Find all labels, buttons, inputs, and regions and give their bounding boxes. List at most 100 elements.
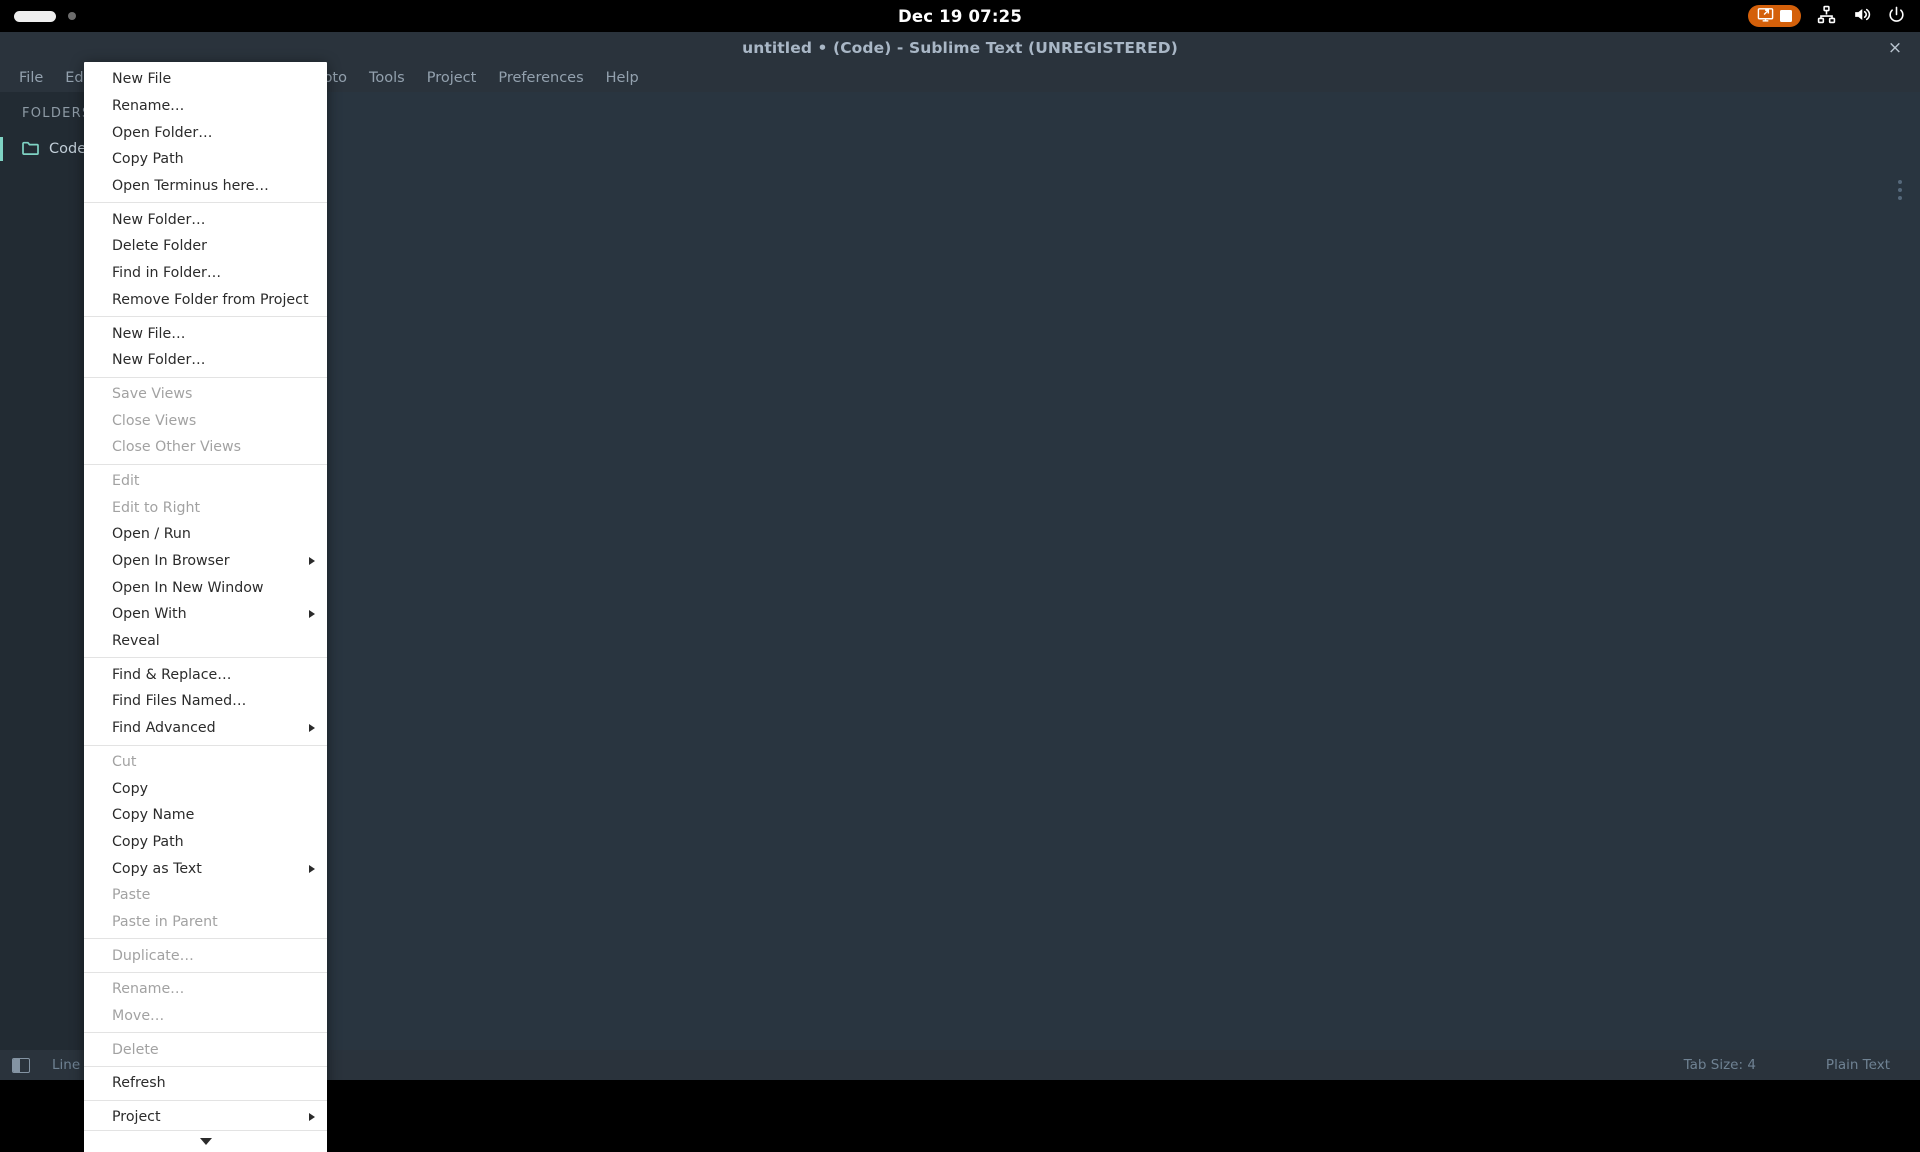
context-menu-item[interactable]: Rename… [84,93,327,120]
context-menu-item-label: Edit [112,472,140,489]
more-options-icon[interactable] [1898,180,1902,200]
kebab-dot [1898,180,1902,184]
context-menu-item-label: Open With [112,606,187,623]
context-menu-item[interactable]: Open With [84,601,327,628]
menubar-item-tools[interactable]: Tools [358,67,416,89]
context-menu-item[interactable]: Copy as Text [84,855,327,882]
context-menu-separator [84,463,327,465]
context-menu-item-label: New Folder… [112,211,206,228]
context-menu-item[interactable]: Delete Folder [84,233,327,260]
context-menu-item[interactable]: Refresh [84,1070,327,1097]
context-menu-item-label: Open Terminus here… [112,178,269,195]
context-menu-item[interactable]: Copy Path [84,829,327,856]
context-menu-separator [84,316,327,318]
context-menu-item-label: Find in Folder… [112,265,222,282]
context-menu-item[interactable]: Copy Path [84,146,327,173]
context-menu-item-label: Copy Path [112,833,184,850]
context-menu-item[interactable]: Remove Folder from Project [84,287,327,314]
kebab-dot [1898,196,1902,200]
context-menu-separator [84,972,327,973]
context-menu-item-label: Project [112,1109,161,1126]
context-menu-item-label: Rename… [112,98,185,115]
close-icon[interactable]: × [1886,39,1904,57]
context-menu-item-label: New Folder… [112,352,206,369]
folder-icon [22,140,39,159]
sidebar-context-menu[interactable]: New File Rename… Open Folder… Copy Path Open… [84,62,327,1152]
menubar-item-help[interactable]: Help [595,67,650,89]
context-menu-item-label: Open In New Window [112,579,264,596]
context-menu-item[interactable]: Find Advanced [84,715,327,742]
window-titlebar: untitled • (Code) - Sublime Text (UNREGI… [0,32,1920,64]
os-system-tray [1748,0,1906,32]
context-menu-item[interactable]: Open / Run [84,521,327,548]
context-menu-item[interactable]: Open In Browser [84,548,327,575]
context-menu-item: Move… [84,1003,327,1030]
context-menu-item: Close Views [84,407,327,434]
context-menu-item-label: Save Views [112,385,193,402]
context-menu-item[interactable]: New Folder… [84,206,327,233]
context-menu-item-label: Copy [112,780,148,797]
context-menu-separator [84,1099,327,1101]
window-title: untitled • (Code) - Sublime Text (UNREGI… [742,39,1178,57]
status-tab-size[interactable]: Tab Size: 4 [1684,1057,1756,1073]
context-menu-item-label: Cut [112,753,137,770]
context-menu-scroll-down-button[interactable] [84,1130,327,1152]
menubar-item-preferences[interactable]: Preferences [487,67,594,89]
context-menu-item[interactable]: New File… [84,320,327,347]
context-menu-item: Close Other Views [84,434,327,461]
context-menu-item: Duplicate… [84,942,327,969]
menubar-item-project[interactable]: Project [416,67,488,89]
context-menu-item[interactable]: Open Folder… [84,119,327,146]
network-icon[interactable] [1817,5,1836,28]
context-menu-item-label: Delete Folder [112,238,207,255]
context-menu-item[interactable]: Find Files Named… [84,688,327,715]
context-menu-item-label: Copy Path [112,151,184,168]
context-menu-item[interactable]: Project [84,1104,327,1131]
context-menu-item-label: Copy Name [112,807,195,824]
context-menu-item[interactable]: Copy [84,775,327,802]
context-menu-item: Save Views [84,381,327,408]
context-menu-separator [84,744,327,746]
volume-icon[interactable] [1852,5,1871,28]
context-menu-item-label: Move… [112,1008,165,1025]
context-menu-item: Rename… [84,976,327,1003]
editor-pane[interactable] [300,92,1920,1050]
context-menu-item-label: Delete [112,1041,159,1058]
os-clock[interactable]: Dec 19 07:25 [0,7,1920,26]
context-menu-item-label: Reveal [112,633,160,650]
context-menu-item[interactable]: New File [84,66,327,93]
stop-recording-icon[interactable] [1780,7,1792,26]
context-menu-separator [84,1066,327,1068]
status-syntax[interactable]: Plain Text [1826,1057,1890,1073]
context-menu-item-label: Close Views [112,412,197,429]
context-menu-item[interactable]: Reveal [84,628,327,655]
context-menu-item-label: Close Other Views [112,439,242,456]
context-menu-item-label: Open Folder… [112,124,213,141]
context-menu-item[interactable]: Copy Name [84,802,327,829]
context-menu-item[interactable]: New Folder… [84,347,327,374]
context-menu-item: Edit [84,468,327,495]
context-menu-item: Cut [84,749,327,776]
context-menu-item: Delete [84,1036,327,1063]
submenu-arrow-icon [309,557,315,566]
power-icon[interactable] [1887,5,1906,28]
context-menu-item-label: Remove Folder from Project [112,291,309,308]
context-menu-item: Paste [84,882,327,909]
chevron-down-icon [199,1138,212,1146]
sublime-text-window: untitled • (Code) - Sublime Text (UNREGI… [0,32,1920,1152]
screen-recording-indicator[interactable] [1748,5,1801,27]
context-menu-separator [84,202,327,204]
menubar-item-file[interactable]: File [8,67,54,89]
folder-selection-accent [0,137,3,161]
context-menu-separator [84,938,327,940]
screen-share-icon[interactable] [1757,6,1774,27]
context-menu-item: Paste in Parent [84,909,327,936]
context-menu-items: New File Rename… Open Folder… Copy Path Open… [84,66,327,1130]
submenu-arrow-icon [309,864,315,873]
submenu-arrow-icon [309,1113,315,1122]
context-menu-item[interactable]: Open Terminus here… [84,173,327,200]
context-menu-item[interactable]: Find in Folder… [84,260,327,287]
context-menu-item[interactable]: Open In New Window [84,574,327,601]
context-menu-item[interactable]: Find & Replace… [84,661,327,688]
toggle-sidebar-icon[interactable] [12,1057,30,1073]
